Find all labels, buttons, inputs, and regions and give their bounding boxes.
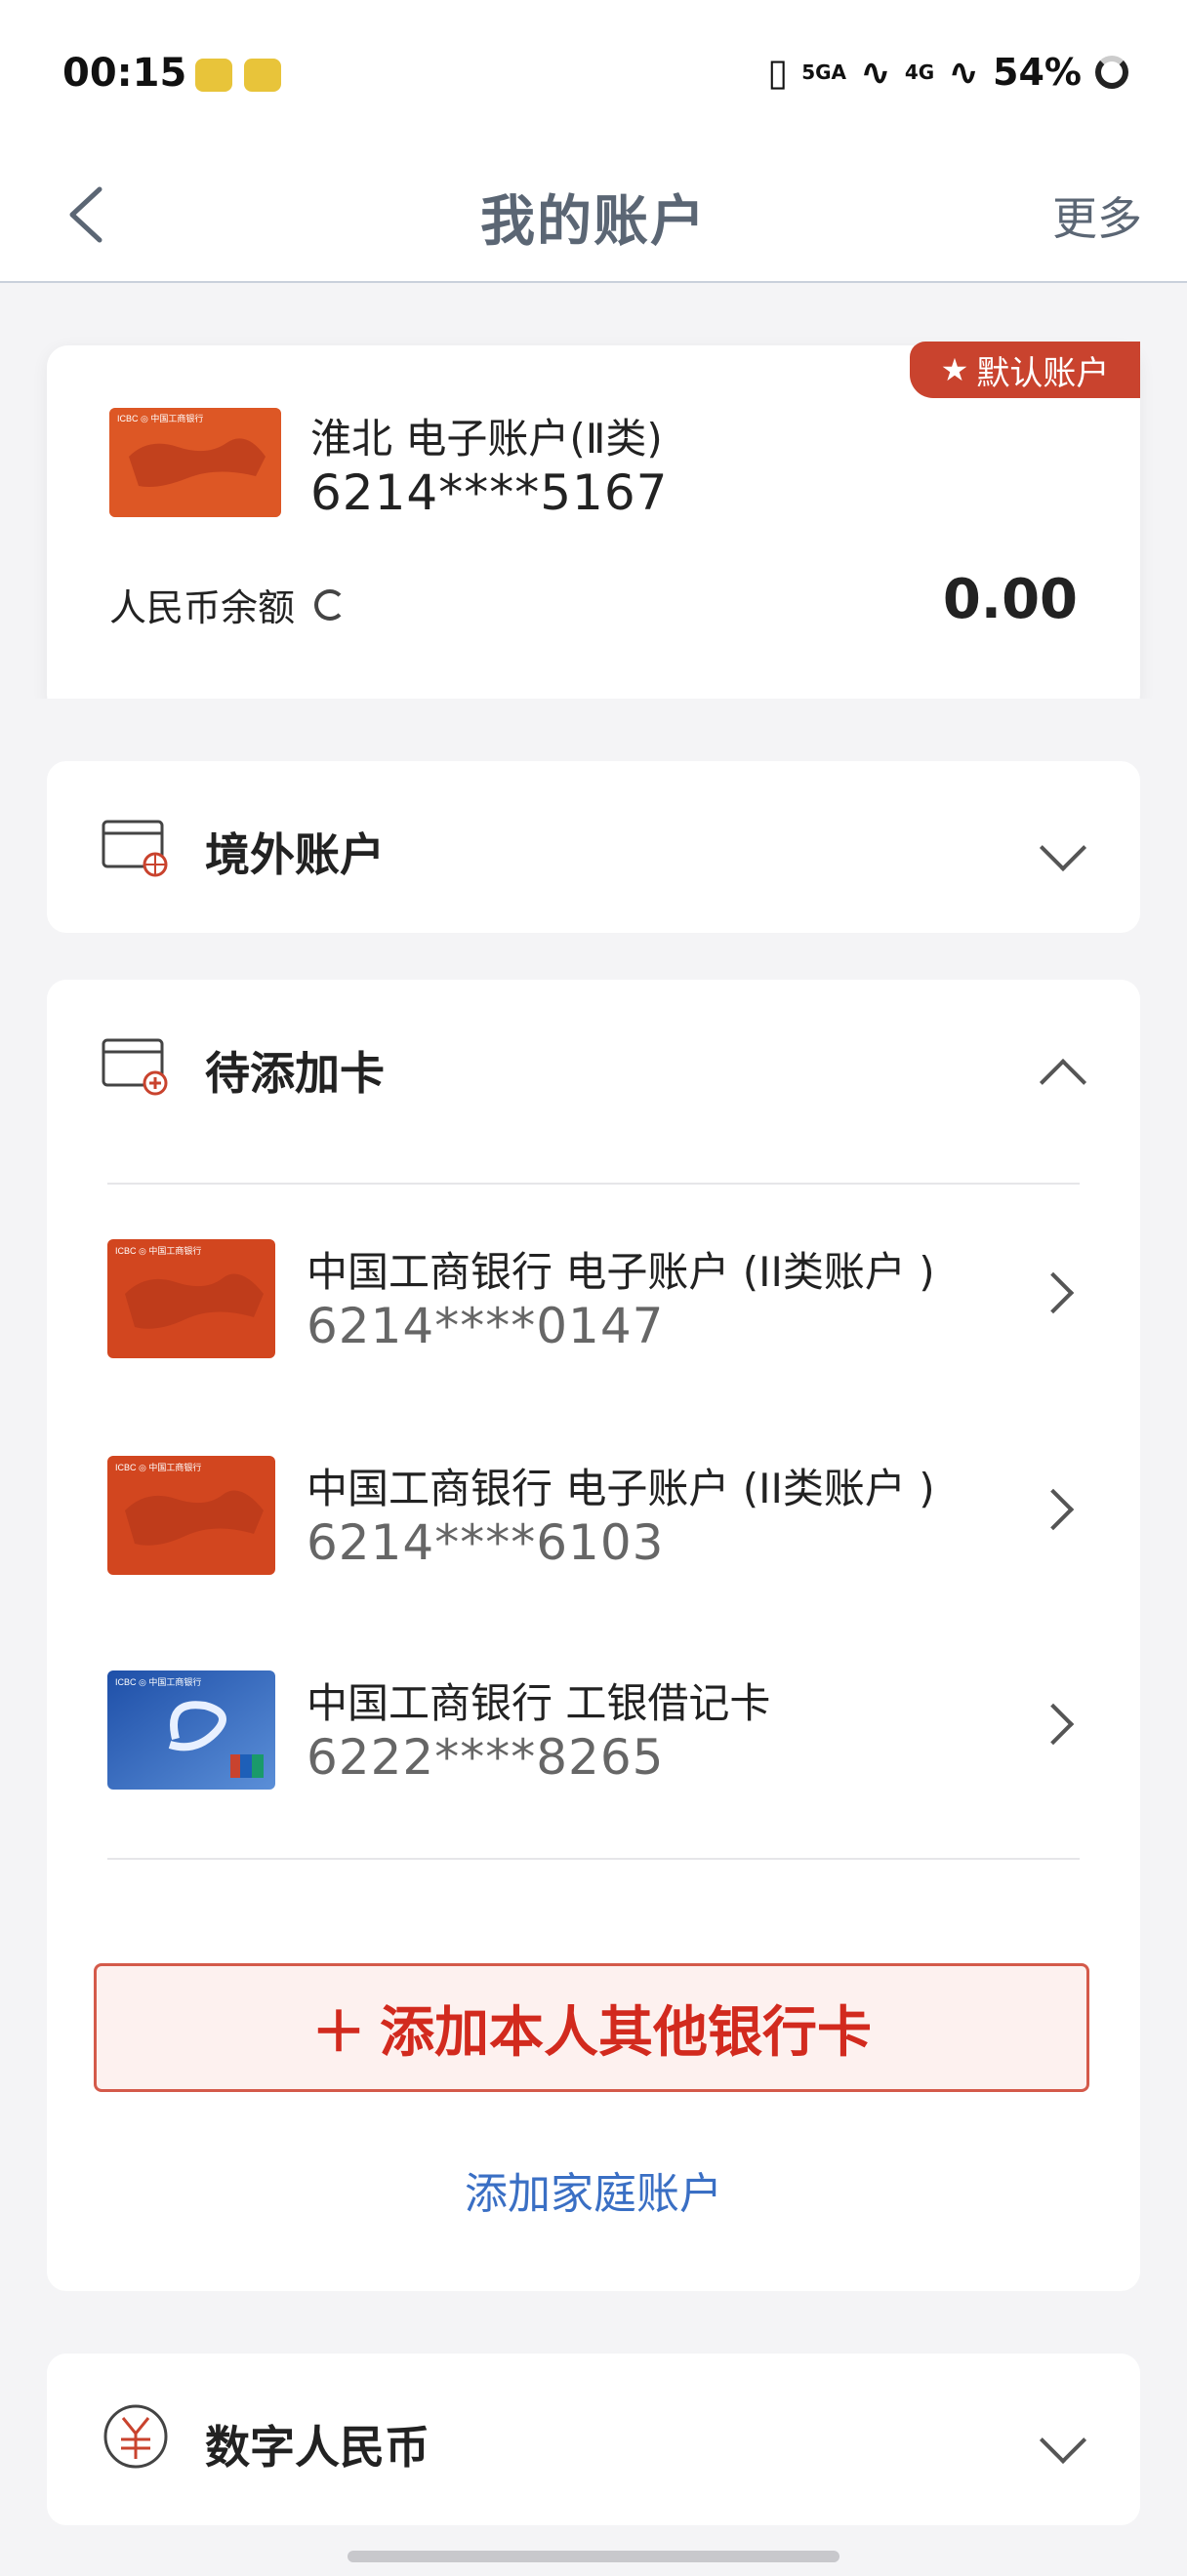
status-bar: 00:15 ▯ 5GA ∿ 4G ∿ 54% bbox=[0, 0, 1187, 146]
icbc-card-thumbnail: ICBC ◎ 中国工商银行 bbox=[107, 1239, 275, 1358]
icbc-debit-card-thumbnail: ICBC ◎ 中国工商银行 bbox=[107, 1670, 275, 1790]
card-bank-title: 中国工商银行 电子账户 (II类账户 ) bbox=[307, 1465, 935, 1512]
signal-4g: 4G bbox=[904, 60, 935, 84]
digital-rmb-header[interactable]: 数字人民币 bbox=[47, 2354, 1140, 2525]
pending-card-row[interactable]: ICBC ◎ 中国工商银行 中国工商银行 工银借记卡 6222****8265 bbox=[47, 1628, 1140, 1823]
balance-label-row: 人民币余额 bbox=[109, 578, 347, 631]
balance-label: 人民币余额 bbox=[109, 586, 296, 629]
pending-cards-header[interactable]: 待添加卡 bbox=[47, 980, 1140, 1151]
divider bbox=[107, 1858, 1080, 1860]
balance-value: 0.00 bbox=[942, 568, 1078, 631]
refresh-icon[interactable] bbox=[314, 588, 347, 621]
card-number: 6222****8265 bbox=[307, 1729, 665, 1786]
page-title: 我的账户 bbox=[480, 190, 707, 254]
more-button[interactable]: 更多 bbox=[1052, 183, 1142, 248]
chevron-right-icon bbox=[1032, 1271, 1075, 1314]
digital-rmb-section[interactable]: 数字人民币 bbox=[47, 2354, 1140, 2525]
vibrate-icon: ▯ bbox=[767, 51, 789, 94]
svg-text:ICBC ◎ 中国工商银行: ICBC ◎ 中国工商银行 bbox=[115, 1245, 201, 1256]
signal-bars-icon-2: ∿ bbox=[948, 51, 980, 94]
game-mode-icon bbox=[244, 59, 281, 92]
default-account-card[interactable]: ★ 默认账户 ICBC ◎ 中国工商银行 淮北 电子账户(Ⅱ类) 6214***… bbox=[47, 342, 1140, 716]
add-family-account-link[interactable]: 添加家庭账户 bbox=[47, 2158, 1140, 2221]
yuan-currency-icon bbox=[103, 2404, 168, 2469]
status-time: 00:15 bbox=[62, 51, 187, 96]
icbc-card-thumbnail: ICBC ◎ 中国工商银行 bbox=[109, 408, 281, 517]
chevron-right-icon bbox=[1032, 1488, 1075, 1531]
overseas-account-title: 境外账户 bbox=[205, 828, 385, 881]
home-indicator[interactable] bbox=[348, 2551, 839, 2562]
add-other-bank-card-button[interactable]: ＋ 添加本人其他银行卡 bbox=[94, 1963, 1089, 2092]
add-card-label: 添加本人其他银行卡 bbox=[380, 2000, 872, 2065]
chevron-right-icon bbox=[1032, 1703, 1075, 1746]
account-number: 6214****5167 bbox=[310, 464, 669, 521]
svg-text:ICBC ◎ 中国工商银行: ICBC ◎ 中国工商银行 bbox=[117, 413, 203, 423]
svg-text:ICBC ◎ 中国工商银行: ICBC ◎ 中国工商银行 bbox=[115, 1676, 201, 1687]
overseas-account-header[interactable]: 境外账户 bbox=[47, 761, 1140, 933]
pending-card-row[interactable]: ICBC ◎ 中国工商银行 中国工商银行 电子账户 (II类账户 ) 6214*… bbox=[47, 1196, 1140, 1391]
status-indicators: ▯ 5GA ∿ 4G ∿ 54% bbox=[767, 51, 1128, 94]
pending-card-row[interactable]: ICBC ◎ 中国工商银行 中国工商银行 电子账户 (II类账户 ) 6214*… bbox=[47, 1413, 1140, 1608]
signal-bars-icon: ∿ bbox=[860, 51, 891, 94]
divider bbox=[107, 1183, 1080, 1185]
chevron-up-icon[interactable] bbox=[1039, 1058, 1087, 1107]
add-card-icon bbox=[102, 1038, 168, 1096]
card-number: 6214****0147 bbox=[307, 1298, 665, 1354]
plus-icon: ＋ bbox=[311, 2000, 366, 2065]
card-bank-title: 中国工商银行 电子账户 (II类账户 ) bbox=[307, 1248, 935, 1296]
navigation-bar: 我的账户 更多 bbox=[0, 146, 1187, 283]
chevron-down-icon[interactable] bbox=[1039, 2416, 1087, 2465]
card-bank-title: 中国工商银行 工银借记卡 bbox=[307, 1679, 771, 1727]
pending-cards-section: 待添加卡 ICBC ◎ 中国工商银行 中国工商银行 电子账户 (II类账户 ) … bbox=[47, 980, 1140, 2291]
account-name: 淮北 电子账户(Ⅱ类) bbox=[310, 415, 663, 463]
battery-text: 54% bbox=[993, 51, 1082, 94]
default-badge-label: 默认账户 bbox=[976, 353, 1110, 393]
card-number: 6214****6103 bbox=[307, 1514, 665, 1571]
default-account-badge: ★ 默认账户 bbox=[910, 342, 1140, 398]
notification-app-icon bbox=[195, 59, 232, 92]
overseas-card-icon bbox=[102, 820, 168, 877]
star-icon: ★ bbox=[940, 351, 969, 388]
signal-5ga: 5GA bbox=[801, 60, 846, 84]
svg-text:ICBC ◎ 中国工商银行: ICBC ◎ 中国工商银行 bbox=[115, 1462, 201, 1472]
digital-rmb-title: 数字人民币 bbox=[205, 2421, 430, 2474]
chevron-down-icon[interactable] bbox=[1039, 824, 1087, 872]
pending-cards-title: 待添加卡 bbox=[205, 1047, 385, 1100]
battery-icon bbox=[1095, 56, 1128, 89]
overseas-account-section[interactable]: 境外账户 bbox=[47, 761, 1140, 933]
icbc-card-thumbnail: ICBC ◎ 中国工商银行 bbox=[107, 1456, 275, 1575]
